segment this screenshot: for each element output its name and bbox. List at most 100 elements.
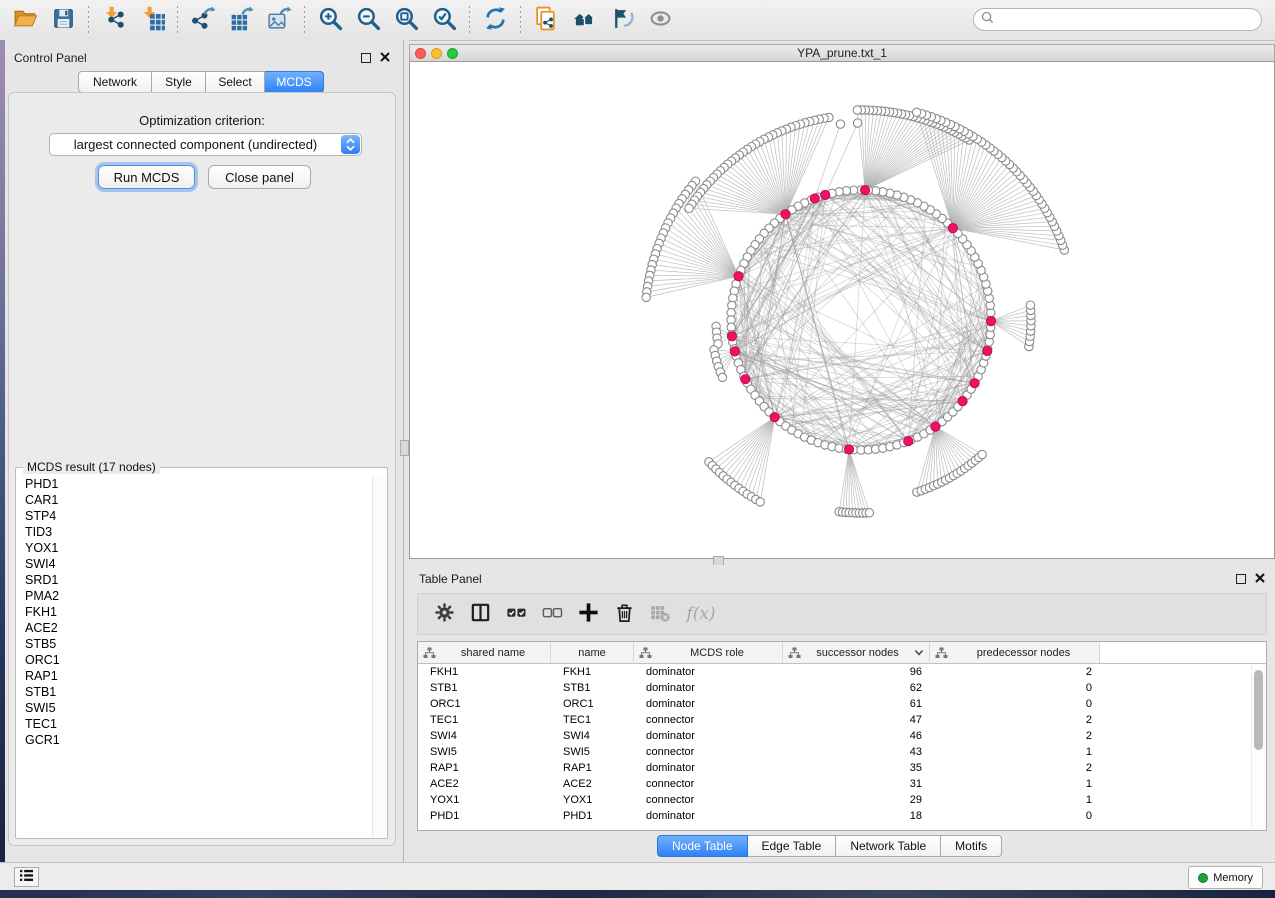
network-leaf-node[interactable] [1026, 301, 1034, 309]
deselect-all-button[interactable] [534, 597, 570, 631]
cell-predecessor-nodes[interactable]: 2 [930, 666, 1100, 678]
network-hub-node[interactable] [948, 224, 957, 233]
export-network-button[interactable] [186, 4, 220, 36]
tab-network[interactable]: Network [78, 71, 152, 93]
network-hub-node[interactable] [781, 210, 790, 219]
network-leaf-node[interactable] [836, 120, 844, 128]
cell-successor-nodes[interactable]: 18 [783, 810, 930, 822]
tab-node-table[interactable]: Node Table [657, 835, 748, 857]
tab-mcds[interactable]: MCDS [265, 71, 324, 93]
network-window-titlebar[interactable]: YPA_prune.txt_1 [409, 44, 1275, 62]
network-hub-node[interactable] [844, 445, 853, 454]
mcds-result-item[interactable]: GCR1 [17, 732, 373, 748]
save-session-button[interactable] [46, 4, 80, 36]
network-hub-node[interactable] [861, 186, 870, 195]
network-leaf-node[interactable] [978, 450, 986, 458]
refresh-button[interactable] [478, 4, 512, 36]
zoom-in-button[interactable] [313, 4, 347, 36]
search-box[interactable] [973, 8, 1262, 31]
cell-successor-nodes[interactable]: 61 [783, 698, 930, 710]
search-input[interactable] [998, 12, 1261, 28]
cell-shared-name[interactable]: TEC1 [418, 714, 551, 726]
tab-select[interactable]: Select [206, 71, 265, 93]
cell-predecessor-nodes[interactable]: 2 [930, 762, 1100, 774]
mcds-result-item[interactable]: PMA2 [17, 588, 373, 604]
network-leaf-node[interactable] [853, 119, 861, 127]
close-panel-icon[interactable] [380, 49, 390, 67]
table-row-ORC1[interactable]: ORC1ORC1dominator610 [418, 696, 1266, 712]
tab-network-table[interactable]: Network Table [836, 835, 941, 857]
cell-name[interactable]: YOX1 [551, 794, 634, 806]
import-table-button[interactable] [135, 4, 169, 36]
delete-row-button[interactable] [606, 597, 642, 631]
columns-button[interactable] [462, 597, 498, 631]
network-hub-node[interactable] [770, 413, 779, 422]
cell-shared-name[interactable]: RAP1 [418, 762, 551, 774]
mcds-result-item[interactable]: TID3 [17, 524, 373, 540]
cell-mcds-role[interactable]: dominator [634, 730, 783, 742]
float-table-panel-icon[interactable] [1236, 574, 1246, 584]
cell-name[interactable]: STB1 [551, 682, 634, 694]
show-all-button[interactable] [643, 4, 677, 36]
table-row-SWI5[interactable]: SWI5SWI5connector431 [418, 744, 1266, 760]
cell-successor-nodes[interactable]: 96 [783, 666, 930, 678]
mcds-result-item[interactable]: SRD1 [17, 572, 373, 588]
network-leaf-node[interactable] [685, 204, 693, 212]
vertical-splitter[interactable] [399, 40, 409, 862]
close-panel-button[interactable]: Close panel [208, 165, 311, 189]
table-row-FKH1[interactable]: FKH1FKH1dominator962 [418, 664, 1266, 680]
optimization-criterion-dropdown[interactable]: largest connected component (undirected) [49, 133, 362, 156]
cell-shared-name[interactable]: ACE2 [418, 778, 551, 790]
memory-button[interactable]: Memory [1188, 866, 1263, 889]
cell-shared-name[interactable]: SWI4 [418, 730, 551, 742]
mcds-result-item[interactable]: SWI5 [17, 700, 373, 716]
mcds-result-item[interactable]: STB5 [17, 636, 373, 652]
network-hub-node[interactable] [741, 375, 750, 384]
cell-predecessor-nodes[interactable]: 2 [930, 714, 1100, 726]
network-leaf-node[interactable] [865, 509, 873, 517]
column-header-shared-name[interactable]: shared name [418, 642, 551, 663]
network-hub-node[interactable] [727, 332, 736, 341]
mcds-list-scrollbar[interactable] [372, 476, 386, 837]
network-leaf-node[interactable] [718, 373, 726, 381]
cell-mcds-role[interactable]: connector [634, 746, 783, 758]
table-row-ACE2[interactable]: ACE2ACE2connector311 [418, 776, 1266, 792]
cell-predecessor-nodes[interactable]: 0 [930, 810, 1100, 822]
network-hub-node[interactable] [810, 194, 819, 203]
table-row-PHD1[interactable]: PHD1PHD1dominator180 [418, 808, 1266, 824]
table-row-SWI4[interactable]: SWI4SWI4dominator462 [418, 728, 1266, 744]
cell-mcds-role[interactable]: connector [634, 794, 783, 806]
column-header-name[interactable]: name [551, 642, 634, 663]
network-canvas[interactable] [409, 62, 1275, 559]
network-hub-node[interactable] [904, 437, 913, 446]
table-row-RAP1[interactable]: RAP1RAP1dominator352 [418, 760, 1266, 776]
select-all-button[interactable] [498, 597, 534, 631]
open-file-button[interactable] [8, 4, 42, 36]
cell-predecessor-nodes[interactable]: 1 [930, 778, 1100, 790]
cell-name[interactable]: PHD1 [551, 810, 634, 822]
table-scrollbar-thumb[interactable] [1254, 670, 1263, 750]
run-mcds-button[interactable]: Run MCDS [98, 165, 195, 189]
network-leaf-node[interactable] [756, 498, 764, 506]
cell-predecessor-nodes[interactable]: 0 [930, 682, 1100, 694]
mcds-result-item[interactable]: PHD1 [17, 476, 373, 492]
mcds-result-item[interactable]: ACE2 [17, 620, 373, 636]
cell-successor-nodes[interactable]: 47 [783, 714, 930, 726]
cell-name[interactable]: TEC1 [551, 714, 634, 726]
hide-selected-button[interactable] [605, 4, 639, 36]
tab-motifs[interactable]: Motifs [941, 835, 1002, 857]
cell-predecessor-nodes[interactable]: 0 [930, 698, 1100, 710]
float-panel-icon[interactable] [361, 53, 371, 63]
cell-name[interactable]: ACE2 [551, 778, 634, 790]
network-leaf-node[interactable] [912, 108, 920, 116]
cell-mcds-role[interactable]: connector [634, 778, 783, 790]
table-scrollbar[interactable] [1251, 664, 1265, 829]
cell-name[interactable]: SWI5 [551, 746, 634, 758]
cell-successor-nodes[interactable]: 29 [783, 794, 930, 806]
cell-shared-name[interactable]: FKH1 [418, 666, 551, 678]
cell-successor-nodes[interactable]: 35 [783, 762, 930, 774]
cell-successor-nodes[interactable]: 62 [783, 682, 930, 694]
table-row-YOX1[interactable]: YOX1YOX1connector291 [418, 792, 1266, 808]
mcds-result-item[interactable]: TEC1 [17, 716, 373, 732]
settings-button[interactable] [426, 597, 462, 631]
